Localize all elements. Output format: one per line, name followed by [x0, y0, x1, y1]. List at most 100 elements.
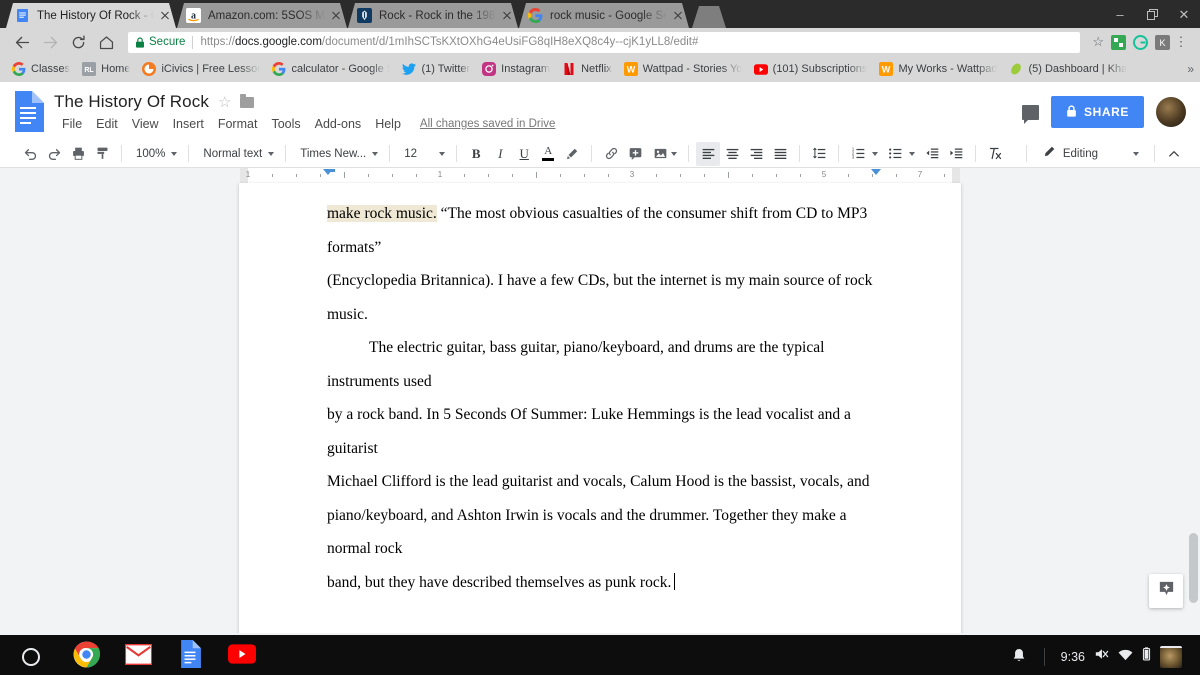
bulleted-list-chevron-icon[interactable]: [909, 151, 916, 156]
document-page[interactable]: make rock music. “The most obvious casua…: [239, 183, 961, 635]
extension-icon-grammarly[interactable]: [1133, 34, 1148, 50]
text-color-button[interactable]: A: [536, 142, 560, 166]
browser-tab-0[interactable]: The History Of Rock - Go: [6, 3, 176, 28]
align-center-icon[interactable]: [720, 142, 744, 166]
shelf-status-tray: 9:36: [1000, 645, 1188, 668]
forward-button[interactable]: [36, 29, 64, 55]
browser-tab-3[interactable]: rock music - Google Sea: [519, 3, 689, 28]
bell-icon[interactable]: [1000, 648, 1038, 666]
increase-indent-icon[interactable]: [944, 142, 968, 166]
document-body[interactable]: make rock music. “The most obvious casua…: [239, 183, 961, 599]
first-line-indent-marker[interactable]: [326, 169, 335, 172]
bookmark-item[interactable]: (5) Dashboard | Kha: [1003, 59, 1133, 80]
decrease-indent-icon[interactable]: [920, 142, 944, 166]
save-status[interactable]: All changes saved in Drive: [420, 118, 556, 130]
browser-tab-2[interactable]: Rock - Rock in the 1980s: [348, 3, 518, 28]
menu-tools[interactable]: Tools: [264, 115, 307, 133]
clear-formatting-icon[interactable]: [983, 142, 1007, 166]
browser-tab-1[interactable]: a Amazon.com: 5SOS MIC: [177, 3, 347, 28]
shelf-app-docs[interactable]: [176, 640, 204, 671]
bookmark-item[interactable]: Classes: [6, 59, 76, 80]
home-button[interactable]: [92, 29, 120, 55]
bulleted-list-icon[interactable]: [883, 142, 907, 166]
document-ruler[interactable]: 1 1 3 5 7: [0, 168, 1200, 183]
menu-edit[interactable]: Edit: [89, 115, 125, 133]
back-button[interactable]: [8, 29, 36, 55]
right-indent-marker[interactable]: [871, 169, 881, 175]
shelf-app-chrome[interactable]: [72, 641, 100, 671]
menu-help[interactable]: Help: [368, 115, 408, 133]
minimize-icon[interactable]: –: [1104, 0, 1136, 28]
insert-image-icon[interactable]: [647, 142, 671, 166]
paint-format-icon[interactable]: [90, 142, 114, 166]
menu-view[interactable]: View: [125, 115, 166, 133]
line-spacing-icon[interactable]: [807, 142, 831, 166]
bold-button[interactable]: B: [464, 142, 488, 166]
bookmark-item[interactable]: W Wattpad - Stories Yo: [618, 59, 748, 80]
bookmark-item[interactable]: RL Home: [76, 59, 136, 80]
bookmark-item[interactable]: (101) Subscriptions: [748, 59, 874, 80]
highlight-pen-icon[interactable]: [560, 142, 584, 166]
font-family-dropdown[interactable]: Times New...: [293, 143, 382, 165]
numbered-list-chevron-icon[interactable]: [872, 151, 879, 156]
document-scrollbar[interactable]: [1187, 183, 1200, 635]
folder-icon[interactable]: [240, 94, 255, 108]
launcher-circle-icon[interactable]: [22, 647, 40, 666]
menu-file[interactable]: File: [55, 115, 89, 133]
ruler-tick-major: [728, 172, 729, 178]
share-button[interactable]: SHARE: [1050, 96, 1144, 128]
bookmark-item[interactable]: Netflix: [556, 59, 618, 80]
comment-icon[interactable]: [1021, 104, 1039, 124]
shelf-app-youtube[interactable]: [228, 643, 256, 671]
scrollbar-thumb[interactable]: [1189, 533, 1198, 603]
new-tab-button[interactable]: [692, 6, 726, 28]
menu-format[interactable]: Format: [211, 115, 265, 133]
font-size-dropdown[interactable]: 12: [397, 143, 449, 165]
image-options-chevron-icon[interactable]: [671, 151, 678, 156]
bookmark-item[interactable]: Instagram: [476, 59, 556, 80]
tab-close-icon[interactable]: [500, 9, 514, 23]
tab-close-icon[interactable]: [329, 9, 343, 23]
italic-button[interactable]: I: [488, 142, 512, 166]
avatar[interactable]: [1160, 645, 1182, 668]
extension-icon-kami[interactable]: K: [1155, 34, 1170, 50]
bookmark-item[interactable]: W My Works - Wattpad: [873, 59, 1003, 80]
link-icon[interactable]: [599, 142, 623, 166]
star-icon[interactable]: ☆: [1092, 34, 1104, 50]
bookmark-item[interactable]: (1) Twitter: [396, 59, 476, 80]
extension-icon-puzzle[interactable]: [1111, 34, 1126, 50]
bookmarks-overflow-icon[interactable]: »: [1187, 62, 1194, 76]
tab-close-icon[interactable]: [671, 9, 685, 23]
google-docs-icon[interactable]: [12, 91, 44, 132]
ruler-track[interactable]: 1 1 3 5 7: [239, 168, 961, 183]
bookmark-item[interactable]: iCivics | Free Lesson: [136, 59, 266, 80]
add-comment-icon[interactable]: [623, 142, 647, 166]
maximize-icon[interactable]: [1136, 0, 1168, 28]
align-left-icon[interactable]: [696, 141, 721, 166]
browser-menu-icon[interactable]: ⋮: [1170, 29, 1192, 55]
numbered-list-icon[interactable]: 123: [846, 142, 870, 166]
shelf-app-gmail[interactable]: [123, 642, 153, 671]
chevron-up-icon[interactable]: [1162, 142, 1186, 166]
align-justify-icon[interactable]: [768, 142, 792, 166]
paragraph-style-dropdown[interactable]: Normal text: [196, 143, 278, 165]
menu-add-ons[interactable]: Add-ons: [308, 115, 369, 133]
close-icon[interactable]: ✕: [1168, 0, 1200, 28]
menu-insert[interactable]: Insert: [166, 115, 211, 133]
avatar[interactable]: [1156, 97, 1186, 127]
redo-icon[interactable]: [42, 142, 66, 166]
align-right-icon[interactable]: [744, 142, 768, 166]
status-tray-button[interactable]: 9:36: [1051, 645, 1188, 668]
bookmark-item[interactable]: calculator - Google S: [266, 59, 396, 80]
address-bar[interactable]: Secure https://docs.google.com/document/…: [128, 31, 1081, 53]
page-title[interactable]: The History Of Rock: [54, 92, 209, 112]
underline-button[interactable]: U: [512, 142, 536, 166]
tab-close-icon[interactable]: [158, 9, 172, 23]
explore-button[interactable]: [1149, 574, 1183, 608]
undo-icon[interactable]: [18, 142, 42, 166]
reload-button[interactable]: [64, 29, 92, 55]
editing-mode-dropdown[interactable]: Editing: [1034, 145, 1147, 162]
zoom-dropdown[interactable]: 100%: [129, 143, 181, 165]
print-icon[interactable]: [66, 142, 90, 166]
star-outline-icon[interactable]: ☆: [218, 93, 231, 111]
